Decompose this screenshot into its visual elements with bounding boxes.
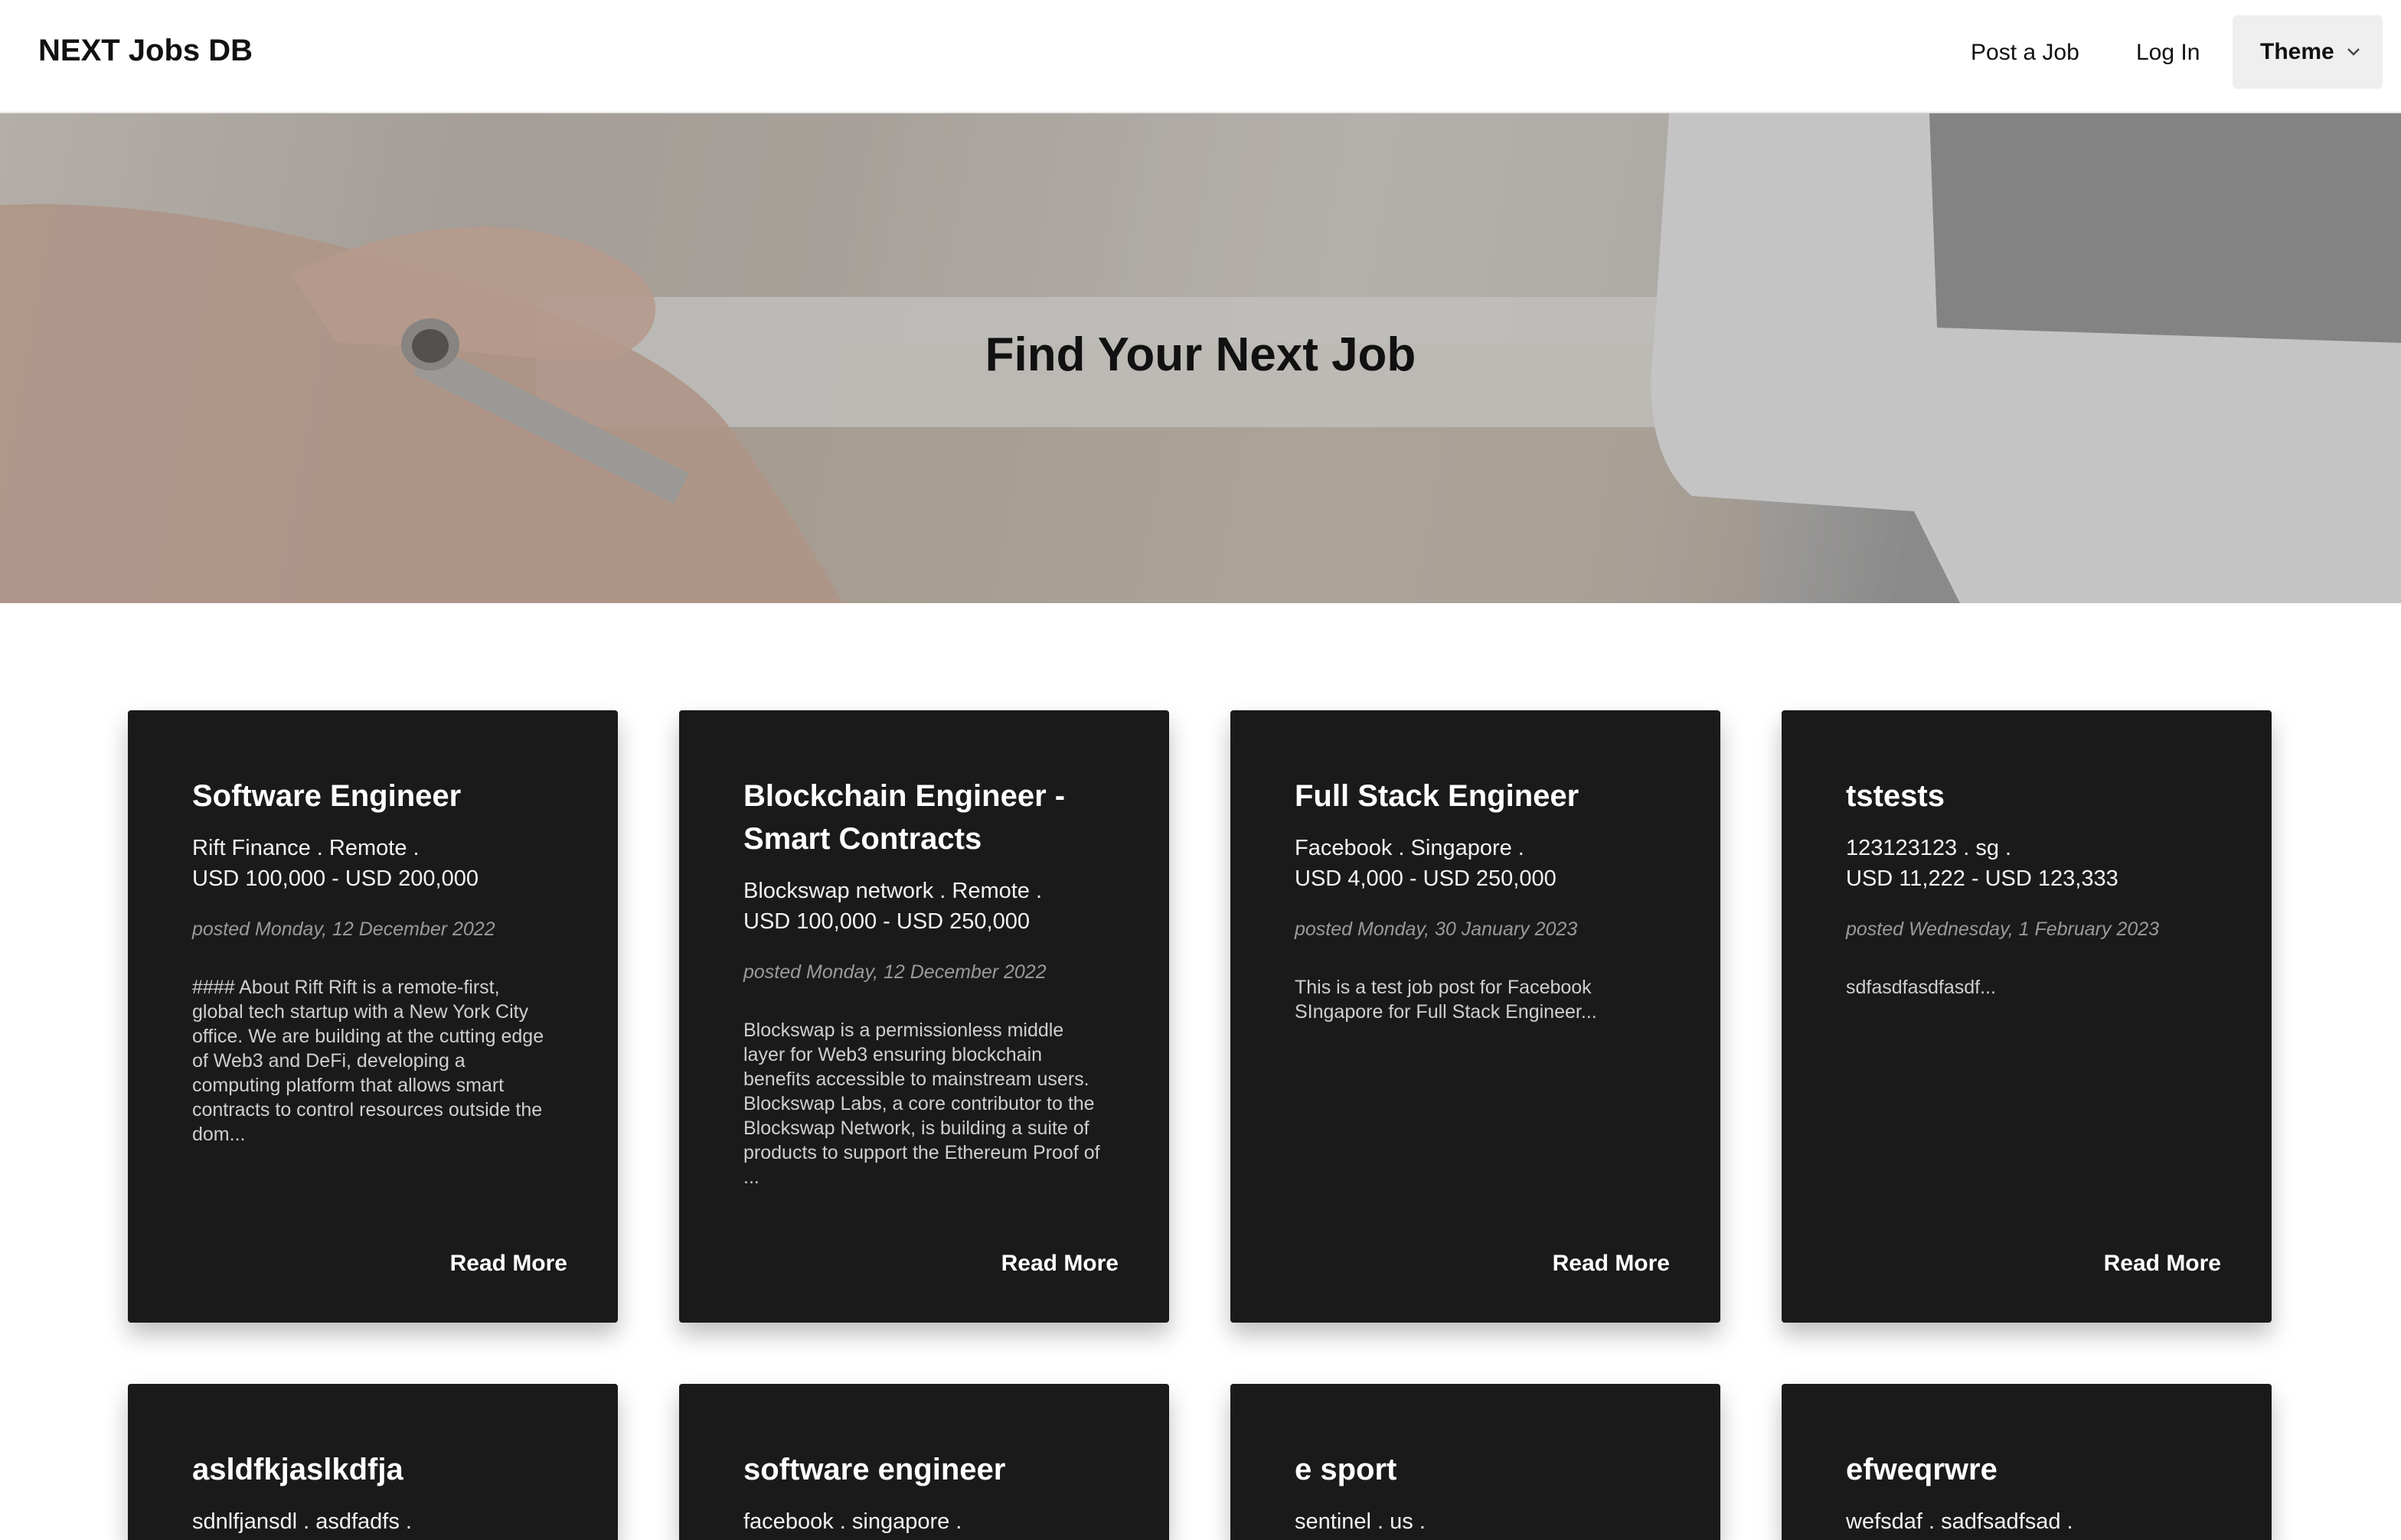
job-title[interactable]: efweqrwre	[1846, 1448, 2207, 1491]
theme-dropdown-button[interactable]: Theme	[2233, 15, 2383, 89]
brand-logo[interactable]: NEXT Jobs DB	[38, 34, 253, 68]
job-salary: USD 4,000 - USD 250,000	[1295, 866, 1557, 891]
job-card[interactable]: asldfkjaslkdfja sdnlfjansdl . asdfadfs .	[128, 1384, 618, 1540]
job-card[interactable]: efweqrwre wefsdaf . sadfsadfsad .	[1782, 1384, 2272, 1540]
hero-title: Find Your Next Job	[985, 328, 1416, 381]
job-description: #### About Rift Rift is a remote-first, …	[192, 977, 544, 1145]
job-title[interactable]: Blockchain Engineer - Smart Contracts	[743, 775, 1105, 860]
job-card[interactable]: Blockchain Engineer - Smart Contracts Bl…	[679, 710, 1169, 1323]
job-salary: USD 100,000 - USD 250,000	[743, 909, 1030, 934]
job-company-location: sdnlfjansdl . asdfadfs .	[192, 1509, 412, 1534]
job-description: This is a test job post for Facebook SIn…	[1295, 977, 1597, 1023]
read-more-link[interactable]: Read More	[2104, 1251, 2221, 1277]
read-more-link[interactable]: Read More	[1001, 1251, 1119, 1277]
login-link[interactable]: Log In	[2136, 40, 2200, 66]
job-description: Blockswap is a permissionless middle lay…	[743, 1020, 1100, 1188]
job-company-location: sentinel . us .	[1295, 1509, 1426, 1534]
hero-banner: Find Your Next Job	[0, 113, 2401, 603]
job-title[interactable]: Full Stack Engineer	[1295, 775, 1656, 817]
job-company-location: Rift Finance . Remote .	[192, 836, 420, 860]
job-posted-date: posted Monday, 12 December 2022	[743, 961, 1047, 983]
job-title[interactable]: tstests	[1846, 775, 2207, 817]
job-posted-date: posted Monday, 12 December 2022	[192, 918, 495, 940]
job-salary: USD 100,000 - USD 200,000	[192, 866, 479, 891]
chevron-down-icon	[2347, 48, 2360, 56]
job-title[interactable]: Software Engineer	[192, 775, 554, 817]
job-card[interactable]: e sport sentinel . us .	[1230, 1384, 1720, 1540]
job-company-location: Blockswap network . Remote .	[743, 879, 1043, 903]
theme-label: Theme	[2260, 39, 2334, 64]
job-company-location: wefsdaf . sadfsadfsad .	[1846, 1509, 2073, 1534]
job-company-location: 123123123 . sg .	[1846, 836, 2012, 860]
read-more-link[interactable]: Read More	[1553, 1251, 1670, 1277]
job-title[interactable]: asldfkjaslkdfja	[192, 1448, 554, 1491]
job-card[interactable]: Full Stack Engineer Facebook . Singapore…	[1230, 710, 1720, 1323]
job-company-location: Facebook . Singapore .	[1295, 836, 1524, 860]
job-posted-date: posted Monday, 30 January 2023	[1295, 918, 1578, 940]
read-more-link[interactable]: Read More	[450, 1251, 567, 1277]
job-card[interactable]: Software Engineer Rift Finance . Remote …	[128, 710, 618, 1323]
job-salary: USD 11,222 - USD 123,333	[1846, 866, 2118, 891]
job-company-location: facebook . singapore .	[743, 1509, 962, 1534]
post-job-link[interactable]: Post a Job	[1971, 40, 2079, 66]
job-posted-date: posted Wednesday, 1 February 2023	[1846, 918, 2160, 940]
navbar: NEXT Jobs DB Post a Job Log In Theme	[0, 0, 2401, 113]
job-title[interactable]: software engineer	[743, 1448, 1105, 1491]
job-title[interactable]: e sport	[1295, 1448, 1656, 1491]
job-card[interactable]: tstests 123123123 . sg . USD 11,222 - US…	[1782, 710, 2272, 1323]
job-card[interactable]: software engineer facebook . singapore .	[679, 1384, 1169, 1540]
job-description: sdfasdfasdfasdf...	[1846, 977, 1996, 998]
